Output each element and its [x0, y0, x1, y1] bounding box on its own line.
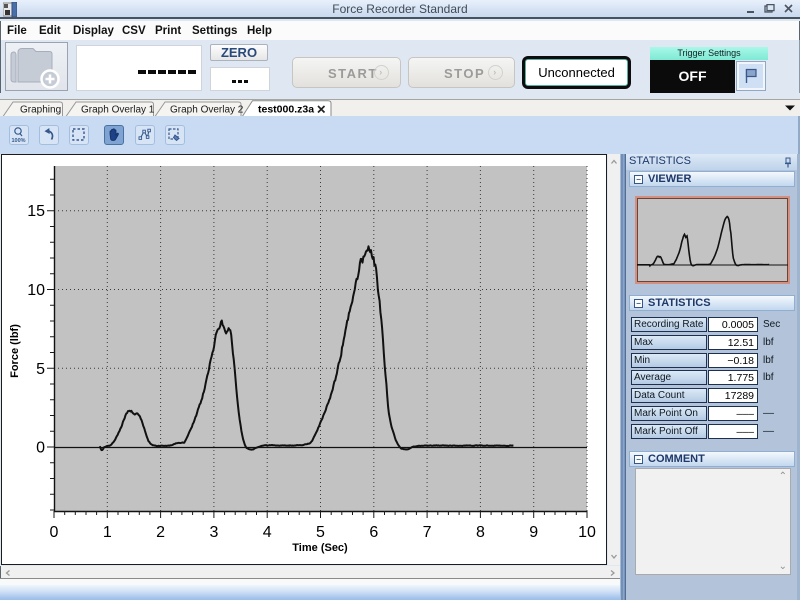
svg-text:5: 5 [36, 361, 45, 378]
svg-text:100%: 100% [11, 138, 25, 143]
svg-text:10: 10 [578, 524, 596, 541]
svg-text:2: 2 [156, 524, 165, 541]
svg-text:Force (lbf): Force (lbf) [9, 324, 21, 378]
svg-text:7: 7 [423, 524, 432, 541]
svg-text:3: 3 [209, 524, 218, 541]
svg-text:0: 0 [50, 524, 59, 541]
svg-text:0: 0 [36, 440, 45, 457]
svg-text:1: 1 [103, 524, 112, 541]
svg-text:Graph Overlay 2: Graph Overlay 2 [170, 105, 244, 116]
svg-text:15: 15 [27, 203, 45, 220]
svg-text:10: 10 [27, 282, 45, 299]
svg-text:6: 6 [369, 524, 378, 541]
svg-text:9: 9 [529, 524, 538, 541]
svg-text:Time (Sec): Time (Sec) [292, 542, 348, 554]
svg-text:8: 8 [476, 524, 485, 541]
svg-text:5: 5 [316, 524, 325, 541]
svg-text:4: 4 [263, 524, 272, 541]
svg-text:Graphing: Graphing [20, 105, 61, 116]
svg-text:Graph Overlay 1: Graph Overlay 1 [81, 105, 155, 116]
svg-text:test000.z3a: test000.z3a [258, 104, 314, 116]
